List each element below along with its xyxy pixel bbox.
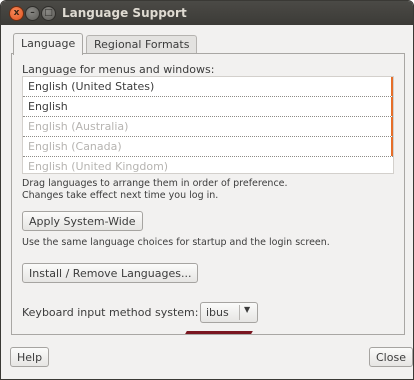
minimize-window-icon[interactable]: –: [25, 6, 40, 21]
list-item[interactable]: English: [23, 97, 393, 117]
language-support-window: x – □ Language Support Language Regional…: [0, 0, 414, 380]
apply-hint: Use the same language choices for startu…: [22, 237, 330, 248]
keyboard-input-label: Keyboard input method system:: [22, 306, 199, 319]
list-item[interactable]: English (Canada): [23, 137, 393, 157]
keyboard-input-value: ibus: [206, 306, 229, 319]
scroll-indicator: [391, 137, 393, 156]
list-item[interactable]: English (United States): [23, 77, 393, 97]
drag-hint: Drag languages to arrange them in order …: [22, 178, 288, 189]
scroll-indicator: [391, 77, 393, 96]
language-label: English: [28, 100, 68, 113]
install-remove-languages-button[interactable]: Install / Remove Languages...: [22, 263, 199, 283]
language-list[interactable]: English (United States) English English …: [22, 76, 394, 174]
list-item[interactable]: English (Australia): [23, 117, 393, 137]
scroll-indicator: [391, 117, 393, 136]
language-panel: Language for menus and windows: English …: [11, 53, 405, 335]
scroll-indicator: [391, 97, 393, 116]
maximize-window-icon[interactable]: □: [41, 6, 56, 21]
title-bar[interactable]: x – □ Language Support: [1, 1, 413, 25]
language-label: English (United States): [28, 80, 155, 93]
language-label: English (Canada): [28, 140, 122, 153]
combo-separator: [239, 305, 240, 320]
language-label: English (United Kingdom): [28, 160, 169, 173]
red-underline-mark: [185, 331, 253, 334]
window-title: Language Support: [62, 6, 187, 20]
list-item[interactable]: English (United Kingdom): [23, 157, 393, 173]
tab-language[interactable]: Language: [13, 33, 84, 55]
restart-hint: Changes take effect next time you log in…: [22, 190, 219, 201]
language-label: English (Australia): [28, 120, 129, 133]
close-button[interactable]: Close: [369, 347, 413, 367]
tab-regional-formats[interactable]: Regional Formats: [86, 35, 198, 53]
keyboard-input-method-select[interactable]: ibus ▼: [200, 302, 258, 323]
chevron-down-icon: ▼: [244, 305, 251, 314]
help-button[interactable]: Help: [10, 347, 50, 367]
language-heading: Language for menus and windows:: [22, 63, 215, 76]
apply-system-wide-button[interactable]: Apply System-Wide: [22, 211, 143, 231]
close-window-icon[interactable]: x: [9, 6, 24, 21]
